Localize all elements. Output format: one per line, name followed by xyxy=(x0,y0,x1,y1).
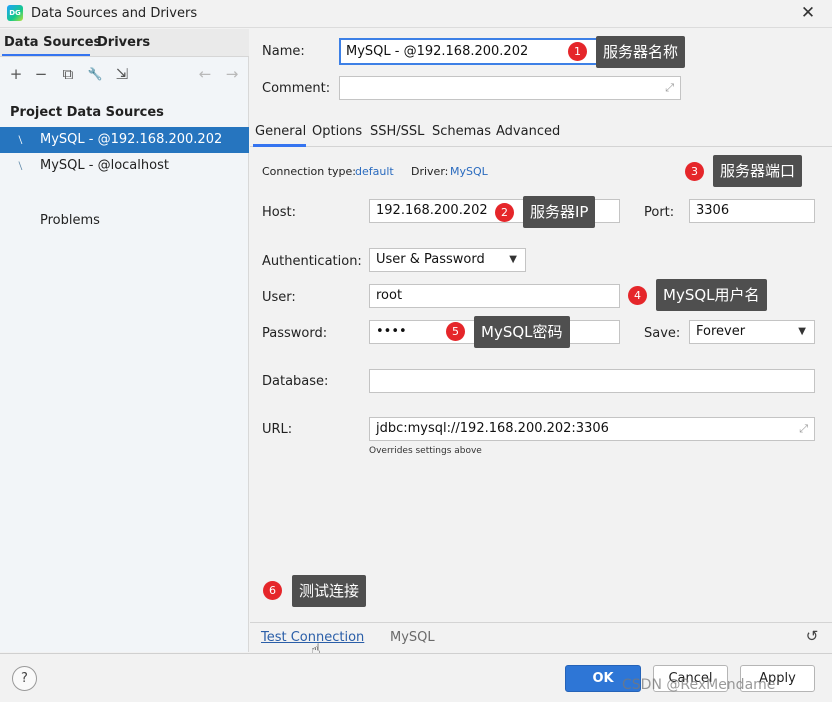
left-tab-bar: Data Sources Drivers xyxy=(0,29,249,57)
data-source-item[interactable]: ﹨ MySQL - @localhost xyxy=(0,153,249,179)
annotation-callout: 服务器IP xyxy=(523,196,596,228)
save-dropdown[interactable]: Forever ▼ xyxy=(689,320,815,344)
revert-icon[interactable]: ↺ xyxy=(802,627,822,647)
host-label: Host: xyxy=(262,205,296,220)
driver-link[interactable]: MySQL xyxy=(450,165,488,178)
dialog-footer: ? OK Cancel Apply CSDN @RexMendame xyxy=(0,653,832,702)
data-source-label: MySQL - @192.168.200.202 xyxy=(40,132,223,147)
annotation-badge: 2 xyxy=(495,203,514,222)
expand-icon[interactable]: ⤢ xyxy=(665,80,674,96)
authentication-value: User & Password xyxy=(376,252,485,267)
authentication-dropdown[interactable]: User & Password ▼ xyxy=(369,248,526,272)
annotation-badge: 5 xyxy=(446,322,465,341)
copy-icon[interactable]: ⧉ xyxy=(57,63,79,85)
url-label: URL: xyxy=(262,422,293,437)
section-heading: Project Data Sources xyxy=(10,105,164,120)
connection-type-label: Connection type: xyxy=(262,165,357,178)
tab-general[interactable]: General xyxy=(255,124,306,139)
data-source-item[interactable]: ﹨ MySQL - @192.168.200.202 xyxy=(0,127,249,153)
active-tab-indicator xyxy=(253,144,306,147)
database-label: Database: xyxy=(262,374,329,389)
tab-drivers[interactable]: Drivers xyxy=(97,35,150,50)
annotation-callout: MySQL用户名 xyxy=(656,279,767,311)
password-label: Password: xyxy=(262,326,328,341)
annotation-callout: 服务器端口 xyxy=(713,155,803,187)
chevron-down-icon: ▼ xyxy=(509,254,517,265)
mysql-dolphin-icon: ﹨ xyxy=(14,158,28,173)
left-toolbar: + − ⧉ 🔧 ⇲ ← → xyxy=(0,59,249,89)
annotation-callout: MySQL密码 xyxy=(474,316,570,348)
annotation-callout: 测试连接 xyxy=(292,575,367,607)
active-tab-indicator xyxy=(2,54,90,56)
driver-name: MySQL xyxy=(390,630,435,645)
url-value: jdbc:mysql://192.168.200.202:3306 xyxy=(376,421,609,436)
chevron-down-icon: ▼ xyxy=(798,326,806,337)
wrench-icon[interactable]: 🔧 xyxy=(84,63,106,85)
remove-icon[interactable]: − xyxy=(30,63,52,85)
annotation-badge: 6 xyxy=(263,581,282,600)
help-button[interactable]: ? xyxy=(12,666,37,691)
expand-icon[interactable]: ⤢ xyxy=(799,421,808,437)
name-label: Name: xyxy=(262,44,305,59)
title-bar: DG Data Sources and Drivers ✕ xyxy=(0,0,832,28)
comment-input[interactable]: ⤢ xyxy=(339,76,681,100)
watermark: CSDN @RexMendame xyxy=(622,677,776,693)
window-title: Data Sources and Drivers xyxy=(31,6,198,21)
user-label: User: xyxy=(262,290,296,305)
add-icon[interactable]: + xyxy=(5,63,27,85)
tab-options[interactable]: Options xyxy=(312,124,362,139)
annotation-badge: 3 xyxy=(685,162,704,181)
port-label: Port: xyxy=(644,205,675,220)
authentication-label: Authentication: xyxy=(262,254,362,269)
tab-data-sources[interactable]: Data Sources xyxy=(4,35,101,50)
tab-ssh-ssl[interactable]: SSH/SSL xyxy=(370,124,424,139)
annotation-badge: 1 xyxy=(568,42,587,61)
problems-item[interactable]: Problems xyxy=(40,213,100,228)
data-source-label: MySQL - @localhost xyxy=(40,158,169,173)
mysql-dolphin-icon: ﹨ xyxy=(14,132,28,147)
back-arrow-icon[interactable]: ← xyxy=(194,63,216,85)
annotation-callout: 服务器名称 xyxy=(596,36,686,68)
left-panel: Data Sources Drivers + − ⧉ 🔧 ⇲ ← → Proje… xyxy=(0,29,249,652)
tab-advanced[interactable]: Advanced xyxy=(496,124,560,139)
import-icon[interactable]: ⇲ xyxy=(111,63,133,85)
database-input[interactable] xyxy=(369,369,815,393)
port-input[interactable]: 3306 xyxy=(689,199,815,223)
bottom-bar: Test Connection MySQL ↺ ☝ xyxy=(250,622,832,659)
driver-label: Driver: xyxy=(411,165,449,178)
forward-arrow-icon[interactable]: → xyxy=(221,63,243,85)
tab-schemas[interactable]: Schemas xyxy=(432,124,491,139)
save-value: Forever xyxy=(696,324,746,339)
annotation-badge: 4 xyxy=(628,286,647,305)
save-label: Save: xyxy=(644,326,681,341)
user-input[interactable]: root xyxy=(369,284,620,308)
comment-label: Comment: xyxy=(262,81,331,96)
url-input[interactable]: jdbc:mysql://192.168.200.202:3306 ⤢ xyxy=(369,417,815,441)
close-icon[interactable]: ✕ xyxy=(798,2,818,24)
url-hint: Overrides settings above xyxy=(369,446,482,456)
connection-type-link[interactable]: default xyxy=(355,165,394,178)
settings-tab-bar: General Options SSH/SSL Schemas Advanced xyxy=(250,117,832,147)
datagrip-logo-icon: DG xyxy=(7,5,23,21)
